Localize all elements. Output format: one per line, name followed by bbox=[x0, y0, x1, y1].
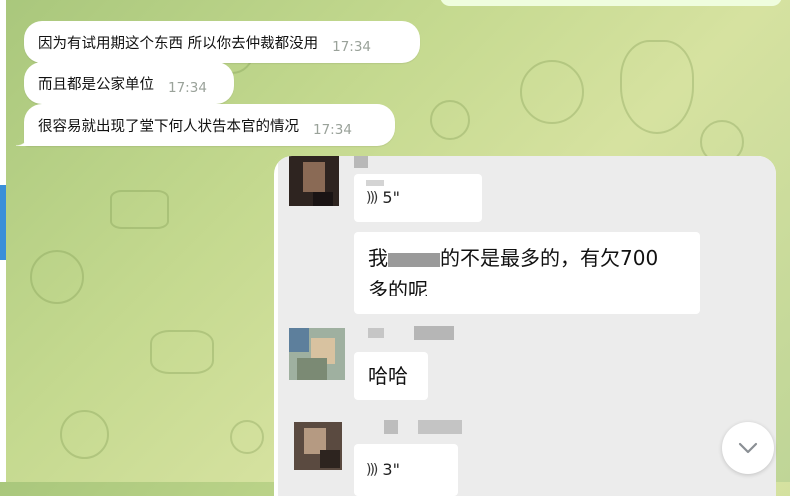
voice-duration: 3" bbox=[382, 460, 400, 479]
voice-duration: 5" bbox=[382, 188, 400, 207]
doodle-shape bbox=[110, 190, 169, 229]
message-time: 17:34 bbox=[332, 39, 372, 55]
doodle-circle bbox=[520, 60, 584, 124]
voice-wave-icon: ))) bbox=[366, 189, 378, 206]
image-message[interactable]: ))) 5" 我 的不是最多的，有欠700 多的呢 哈哈))) 3" bbox=[274, 156, 776, 496]
outgoing-message-partial[interactable] bbox=[440, 0, 782, 6]
message-text-line2: 多的呢 bbox=[368, 278, 428, 296]
scroll-down-button[interactable] bbox=[722, 422, 774, 474]
blurred-name bbox=[414, 326, 454, 340]
message-time: 17:34 bbox=[168, 80, 207, 96]
message-text-start: 我 bbox=[368, 246, 388, 270]
chat-screenshot-image: ))) 5" 我 的不是最多的，有欠700 多的呢 哈哈))) 3" bbox=[278, 156, 776, 496]
avatar bbox=[289, 156, 339, 206]
doodle-circle bbox=[60, 410, 109, 459]
message-bubble[interactable]: 而且都是公家单位 17:34 bbox=[24, 62, 234, 104]
text-message[interactable]: 哈哈 bbox=[354, 352, 428, 400]
message-text-line1: 的不是最多的，有欠700 bbox=[440, 246, 659, 270]
blurred-name bbox=[418, 420, 462, 434]
blurred-name bbox=[384, 420, 398, 434]
message-text: 而且都是公家单位 bbox=[38, 76, 154, 93]
voice-message[interactable]: ))) 3" bbox=[354, 444, 458, 496]
text-message[interactable]: 我 的不是最多的，有欠700 多的呢 bbox=[354, 232, 700, 314]
balloon-doodle bbox=[620, 40, 694, 134]
sidebar-active-indicator bbox=[0, 185, 6, 260]
message-text: 因为有试用期这个东西 所以你去仲裁都没用 bbox=[38, 35, 319, 52]
blurred-name bbox=[354, 156, 368, 168]
doodle-circle bbox=[230, 420, 264, 454]
message-text: 哈哈 bbox=[368, 364, 408, 388]
doodle-circle bbox=[30, 250, 84, 304]
voice-wave-icon: ))) bbox=[366, 461, 378, 478]
message-time: 17:34 bbox=[313, 122, 352, 138]
doodle-shape bbox=[150, 330, 214, 374]
voice-message[interactable]: ))) 5" bbox=[354, 174, 482, 222]
blur-artifact bbox=[366, 180, 384, 186]
avatar bbox=[289, 328, 345, 380]
message-bubble[interactable]: 因为有试用期这个东西 所以你去仲裁都没用 17:34 bbox=[24, 21, 420, 63]
message-bubble[interactable]: 很容易就出现了堂下何人状告本官的情况 17:34 bbox=[16, 104, 395, 146]
chevron-down-icon bbox=[738, 442, 758, 454]
doodle-circle bbox=[430, 100, 470, 140]
message-text: 很容易就出现了堂下何人状告本官的情况 bbox=[38, 118, 299, 135]
blurred-name bbox=[368, 328, 384, 338]
avatar bbox=[294, 422, 342, 470]
redacted-text bbox=[388, 252, 440, 267]
